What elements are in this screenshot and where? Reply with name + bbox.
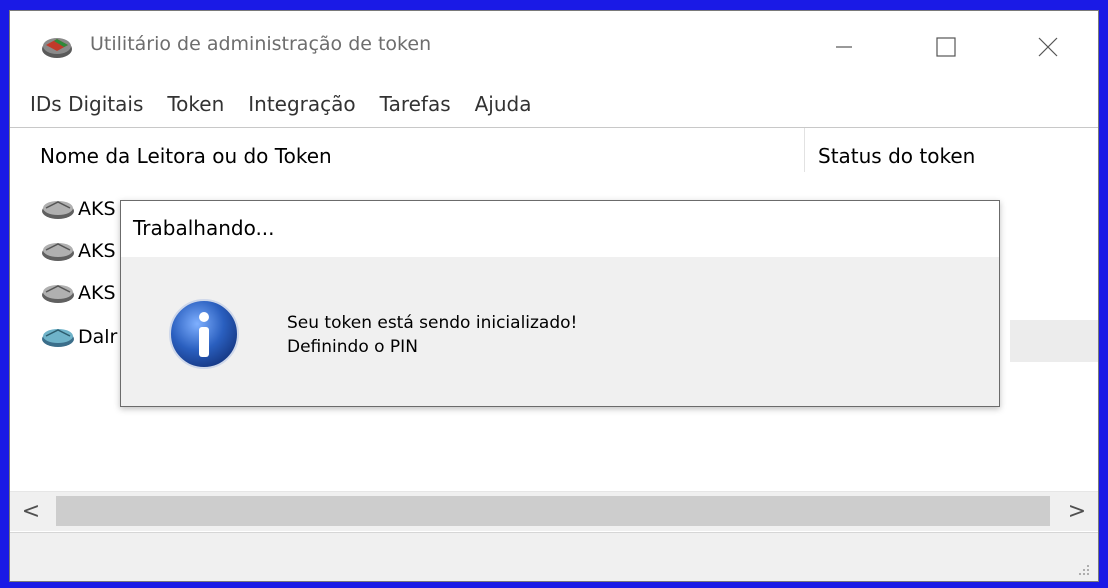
minimize-icon: [836, 46, 852, 48]
dialog-title-bar[interactable]: Trabalhando...: [121, 201, 999, 257]
dialog-title: Trabalhando...: [133, 216, 275, 240]
minimize-button[interactable]: [816, 25, 872, 69]
close-icon: [1038, 37, 1058, 57]
dialog-message: Seu token está sendo inicializado! Defin…: [287, 311, 577, 359]
chevron-right-icon: >: [1067, 498, 1087, 524]
close-button[interactable]: [1020, 25, 1076, 69]
menu-integracao[interactable]: Integração: [248, 92, 355, 116]
maximize-icon: [936, 37, 956, 57]
dialog-message-line1: Seu token está sendo inicializado!: [287, 313, 578, 333]
menu-token[interactable]: Token: [167, 92, 224, 116]
progress-dialog: Trabalhando... Seu token está sendo inic…: [120, 200, 1000, 407]
maximize-button[interactable]: [918, 25, 974, 69]
reader-icon: [42, 201, 74, 219]
horizontal-scrollbar[interactable]: < >: [10, 491, 1098, 531]
info-icon: [169, 299, 239, 369]
list-item[interactable]: AKS: [40, 276, 116, 310]
column-header-status[interactable]: Status do token: [818, 144, 975, 168]
list-item-label: AKS: [78, 240, 116, 262]
selected-row-highlight: [1010, 320, 1098, 362]
token-reader-icon: [42, 329, 74, 347]
menu-bar: IDs Digitais Token Integração Tarefas Aj…: [10, 85, 1098, 123]
list-item-label: AKS: [78, 282, 116, 304]
window-title: Utilitário de administração de token: [90, 33, 432, 55]
list-item-label: Dalr: [78, 326, 118, 348]
menu-ids-digitais[interactable]: IDs Digitais: [30, 92, 143, 116]
list-item[interactable]: AKS: [40, 234, 116, 268]
scroll-thumb[interactable]: [56, 496, 1050, 526]
dialog-message-line2: Definindo o PIN: [287, 337, 418, 357]
menu-ajuda[interactable]: Ajuda: [475, 92, 532, 116]
title-bar[interactable]: Utilitário de administração de token: [10, 11, 1098, 81]
scroll-left-button[interactable]: <: [18, 498, 44, 524]
status-bar: [10, 532, 1098, 581]
resize-grip-icon[interactable]: [1076, 562, 1090, 576]
column-header-name[interactable]: Nome da Leitora ou do Token: [40, 144, 332, 168]
token-app-icon: [42, 38, 72, 58]
chevron-left-icon: <: [21, 498, 41, 524]
menu-tarefas[interactable]: Tarefas: [380, 92, 451, 116]
scroll-right-button[interactable]: >: [1064, 498, 1090, 524]
reader-icon: [42, 243, 74, 261]
list-item[interactable]: Dalr: [40, 320, 117, 354]
column-separator[interactable]: [804, 128, 805, 172]
reader-icon: [42, 285, 74, 303]
